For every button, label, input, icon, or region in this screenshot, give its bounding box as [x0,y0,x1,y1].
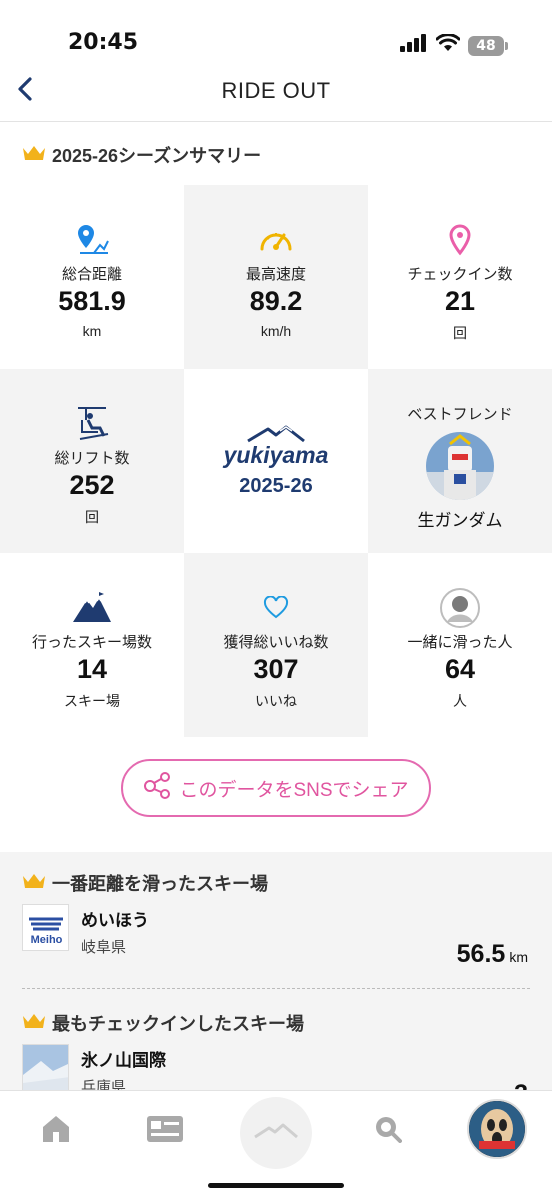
map-pin-icon [448,223,472,257]
mountain-logo-icon [253,1123,299,1144]
home-indicator [208,1183,344,1188]
ticket-card-icon [146,1115,184,1148]
stat-unit: 回 [453,325,467,341]
stat-resorts: 行ったスキー場数 14 スキー場 [0,553,184,737]
stat-label: 行ったスキー場数 [31,634,152,651]
stat-unit: スキー場 [64,693,120,709]
stat-value: 14 [76,654,108,684]
best-friend-label: ベストフレンド [407,406,513,423]
best-friend[interactable]: ベストフレンド 生ガンダム [368,369,552,553]
summary-title: 2025-26シーズンサマリー [52,146,262,166]
stat-unit: いいね [255,693,297,709]
stat-unit: km [82,323,102,339]
most-distance-header: 一番距離を滑ったスキー場 [22,870,268,896]
stat-likes: 獲得総いいね数 307 いいね [184,553,368,737]
summary-header: 2025-26シーズンサマリー [22,142,261,168]
stat-label: 総リフト数 [54,450,130,467]
stat-value: 252 [69,470,115,500]
stat-lifts: 総リフト数 252 回 [0,369,184,553]
stat-label: 最高速度 [245,266,306,283]
tab-home[interactable] [38,1113,74,1149]
distance-unit: km [509,949,528,965]
stat-label: 一緒に滑った人 [407,634,513,651]
tab-card[interactable] [144,1113,186,1149]
heart-icon [263,591,289,625]
most-checkin-header: 最もチェックインしたスキー場 [22,1010,304,1036]
most-distance-title: 一番距離を滑ったスキー場 [52,874,268,894]
stat-label: 総合距離 [61,266,122,283]
stat-unit: 回 [85,509,99,525]
tab-search[interactable] [370,1113,404,1147]
signal-icon [400,34,428,57]
meiho-logo-text: Meiho [31,934,63,946]
stat-value: 21 [444,286,476,316]
chairlift-icon [74,407,110,441]
speedometer-icon [258,223,294,257]
person-circle-icon [439,588,481,628]
section-divider [22,988,530,989]
share-label: このデータをSNSでシェア [179,779,409,801]
most-distance-prefecture: 岐阜県 [81,939,127,956]
stat-unit: 人 [453,693,467,709]
best-friend-name: 生ガンダム [417,511,503,530]
stat-value: 581.9 [58,286,126,316]
status-icons: 48 [400,33,508,57]
crown-icon [22,144,46,167]
stats-grid: 総合距離 581.9 km 最高速度 89.2 km/h チェックイン数 21 … [0,185,552,737]
wifi-icon [435,33,461,57]
tab-center-ride[interactable] [240,1097,312,1169]
brand-season: yukiyama 2025-26 [184,369,368,553]
distance-icon [74,223,110,257]
most-distance-value: 56.5 km [457,940,528,969]
stat-unit: km/h [260,323,292,339]
home-icon [40,1114,72,1149]
status-bar: 20:45 48 [0,0,552,68]
stat-value: 307 [253,654,299,684]
brand-season-year: 2025-26 [239,474,313,497]
distance-number: 56.5 [456,940,506,968]
stat-label: チェックイン数 [407,266,513,283]
nav-header: RIDE OUT [0,68,552,122]
meiho-logo: Meiho [22,904,69,951]
most-checkin-resort-name[interactable]: 氷ノ山国際 [81,1046,166,1071]
status-time: 20:45 [68,30,139,55]
battery-indicator: 48 [468,35,508,56]
crown-icon [22,1012,46,1035]
share-sns-button[interactable]: このデータをSNSでシェア [121,759,431,817]
mountains-icon [71,591,113,625]
hyonosen-photo [22,1044,69,1091]
stat-distance: 総合距離 581.9 km [0,185,184,369]
best-friend-avatar [426,432,494,500]
most-distance-resort-name[interactable]: めいほう [81,906,149,931]
share-icon [143,771,173,805]
most-checkin-title: 最もチェックインしたスキー場 [52,1014,304,1034]
brand-name: yukiyama [223,441,329,468]
search-icon [372,1113,402,1148]
stat-value: 89.2 [249,286,303,316]
stat-speed: 最高速度 89.2 km/h [184,185,368,369]
page-title: RIDE OUT [221,78,331,103]
stat-label: 獲得総いいね数 [223,634,329,651]
stat-value: 64 [444,654,476,684]
crown-icon [22,872,46,895]
tab-profile-avatar[interactable] [467,1099,527,1159]
stat-together: 一緒に滑った人 64 人 [368,553,552,737]
stat-checkin: チェックイン数 21 回 [368,185,552,369]
